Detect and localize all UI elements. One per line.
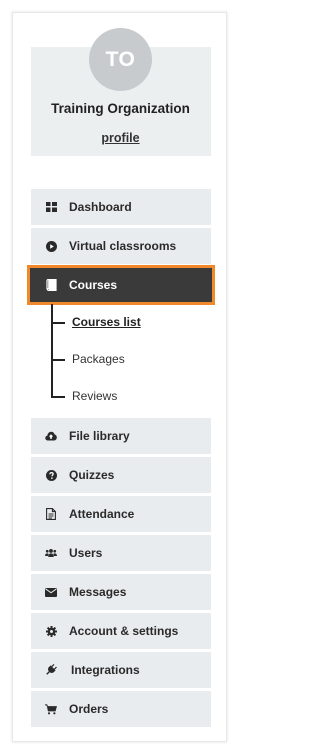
nav-item-integrations[interactable]: Integrations [31,652,211,688]
question-circle-icon [45,469,57,481]
submenu-tick [51,396,65,398]
nav-label: Messages [69,585,127,599]
nav-label: Orders [69,702,109,716]
nav-item-file-library[interactable]: File library [31,418,211,454]
nav-item-dashboard[interactable]: Dashboard [31,189,211,225]
submenu-tree-line [51,304,53,398]
nav-label: Account & settings [69,624,179,638]
submenu-item-reviews[interactable]: Reviews [72,389,117,403]
cloud-upload-icon [45,430,57,442]
book-icon [45,279,57,291]
nav-item-account-settings[interactable]: Account & settings [31,613,211,649]
nav-item-users[interactable]: Users [31,535,211,571]
grid-icon [45,201,57,213]
envelope-icon [45,586,57,598]
nav-label: Quizzes [69,468,115,482]
nav-label: Attendance [69,507,135,521]
cart-icon [45,703,57,715]
play-circle-icon [45,240,57,252]
nav-label: Integrations [71,663,140,677]
nav-item-virtual-classrooms[interactable]: Virtual classrooms [31,228,211,264]
nav-label: File library [69,429,130,443]
plug-icon [45,664,57,676]
nav-label: Virtual classrooms [69,239,177,253]
nav-label: Dashboard [69,200,132,214]
nav-item-attendance[interactable]: Attendance [31,496,211,532]
document-icon [45,508,57,520]
submenu-tick [51,359,65,361]
submenu-tick [51,322,65,324]
nav-item-courses[interactable]: Courses [27,265,215,305]
nav-item-orders[interactable]: Orders [31,691,211,727]
submenu-item-packages[interactable]: Packages [72,352,125,366]
nav-item-quizzes[interactable]: Quizzes [31,457,211,493]
avatar: TO [89,28,152,91]
profile-link[interactable]: profile [0,131,241,145]
nav-label: Users [69,546,103,560]
users-icon [45,547,57,559]
submenu-item-courses-list[interactable]: Courses list [72,315,141,329]
nav-label: Courses [69,278,118,292]
gear-icon [45,625,57,637]
nav-item-messages[interactable]: Messages [31,574,211,610]
org-name: Training Organization [51,101,190,116]
